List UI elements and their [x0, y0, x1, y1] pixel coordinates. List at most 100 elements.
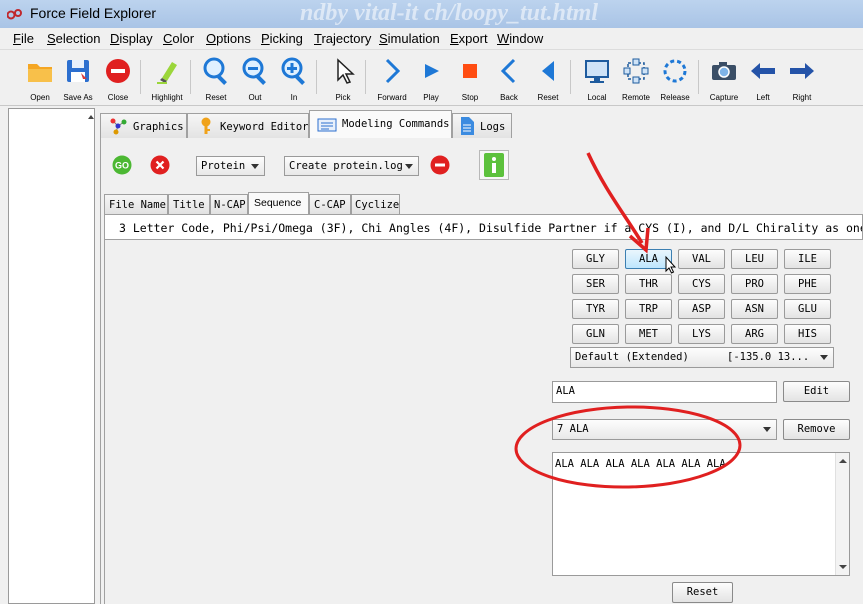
aa-button-arg[interactable]: ARG [731, 324, 778, 344]
document-icon [461, 117, 474, 135]
toolbar: Open Save As Close Highlight Reset Out I… [0, 50, 863, 106]
molecule-icon [110, 118, 127, 135]
tab-keyword-editor[interactable]: Keyword Editor [187, 113, 309, 138]
edit-button[interactable]: Edit [783, 381, 850, 402]
menu-selection[interactable]: Selection [47, 31, 100, 46]
stop-icon [463, 64, 477, 78]
aa-button-tyr[interactable]: TYR [572, 299, 619, 319]
app-logo-icon [7, 9, 22, 20]
arrow-right-icon [790, 63, 814, 79]
aa-button-phe[interactable]: PHE [784, 274, 831, 294]
menu-color[interactable]: Color [163, 31, 194, 46]
tree-scrollbar[interactable] [87, 109, 95, 603]
info-button[interactable] [479, 150, 509, 180]
aa-button-asn[interactable]: ASN [731, 299, 778, 319]
right-button[interactable]: Right [780, 54, 824, 104]
info-icon [484, 153, 504, 177]
scroll-up-icon [88, 115, 94, 119]
textarea-scrollbar[interactable] [835, 453, 849, 575]
menu-options[interactable]: Options [206, 31, 251, 46]
chevron-down-icon [763, 427, 771, 432]
key-icon [201, 117, 211, 134]
cursor-icon [337, 58, 355, 84]
structure-tree-panel[interactable] [8, 108, 95, 604]
aa-button-pro[interactable]: PRO [731, 274, 778, 294]
aa-button-his[interactable]: HIS [784, 324, 831, 344]
tab-modeling-commands[interactable]: Modeling Commands [309, 110, 452, 138]
scroll-up-icon [839, 459, 847, 463]
highlighter-icon [157, 62, 177, 84]
play-reverse-icon [542, 61, 554, 81]
menu-file[interactable]: File [13, 31, 34, 46]
aa-button-ile[interactable]: ILE [784, 249, 831, 269]
aa-button-trp[interactable]: TRP [625, 299, 672, 319]
menu-simulation[interactable]: Simulation [379, 31, 440, 46]
release-button[interactable]: Release [653, 54, 697, 104]
conformation-select[interactable]: Default (Extended) [-135.0 13... [570, 347, 834, 368]
cancel-icon[interactable] [150, 155, 170, 175]
pick-button[interactable]: Pick [321, 54, 365, 104]
aa-button-ser[interactable]: SER [572, 274, 619, 294]
chevron-down-icon [820, 355, 828, 360]
network-icon [623, 58, 649, 84]
close-icon [106, 59, 130, 83]
aa-button-met[interactable]: MET [625, 324, 672, 344]
aa-button-glu[interactable]: GLU [784, 299, 831, 319]
menu-trajectory[interactable]: Trajectory [314, 31, 371, 46]
subtab-title[interactable]: Title [168, 194, 210, 214]
reset-button[interactable]: Reset [672, 582, 733, 603]
highlight-button[interactable]: Highlight [145, 54, 189, 104]
arrow-left-icon [751, 63, 775, 79]
go-button[interactable]: GO [112, 155, 132, 175]
aa-button-val[interactable]: VAL [678, 249, 725, 269]
refresh-icon [663, 59, 687, 83]
close-button[interactable]: Close [96, 54, 140, 104]
menu-export[interactable]: Export [450, 31, 488, 46]
subtab-n-cap[interactable]: N-CAP [210, 194, 248, 214]
sequence-description: 3 Letter Code, Phi/Psi/Omega (3F), Chi A… [104, 214, 863, 240]
tab-logs[interactable]: Logs [452, 113, 512, 138]
scroll-down-icon [839, 565, 847, 569]
subtab-cyclize[interactable]: Cyclize [351, 194, 400, 214]
command-list-icon [317, 118, 337, 132]
aa-button-leu[interactable]: LEU [731, 249, 778, 269]
menu-bar: File Selection Display Color Options Pic… [0, 28, 863, 50]
zoom-in-button[interactable]: In [272, 54, 316, 104]
chevron-down-icon [251, 164, 259, 169]
folder-icon [28, 64, 52, 82]
command-select[interactable]: Create protein.log [284, 156, 419, 176]
aa-button-cys[interactable]: CYS [678, 274, 725, 294]
sequence-textarea[interactable]: ALA ALA ALA ALA ALA ALA ALA [552, 452, 850, 576]
window-title: Force Field Explorer [30, 5, 157, 21]
magnifier-icon [203, 57, 227, 85]
aa-button-thr[interactable]: THR [625, 274, 672, 294]
aa-button-ala[interactable]: ALA [625, 249, 672, 269]
residue-list-select[interactable]: 7 ALA [552, 419, 777, 440]
zoom-in-icon [281, 57, 305, 85]
menu-picking[interactable]: Picking [261, 31, 303, 46]
menu-display[interactable]: Display [110, 31, 153, 46]
title-bar: ndby vital-it ch/loopy_tut.html Force Fi… [0, 0, 863, 28]
chevron-down-icon [405, 164, 413, 169]
aa-button-lys[interactable]: LYS [678, 324, 725, 344]
remove-command-icon[interactable] [430, 155, 450, 175]
monitor-icon [585, 60, 609, 83]
residue-input[interactable]: ALA [552, 381, 777, 403]
rewind-button[interactable]: Reset [526, 54, 570, 104]
background-url-text: ndby vital-it ch/loopy_tut.html [300, 0, 599, 26]
zoom-out-icon [242, 57, 266, 85]
aa-button-gln[interactable]: GLN [572, 324, 619, 344]
aa-button-gly[interactable]: GLY [572, 249, 619, 269]
menu-window[interactable]: Window [497, 31, 543, 46]
svg-text:GO: GO [115, 161, 129, 171]
chevron-left-icon [500, 58, 516, 84]
play-icon [425, 64, 439, 78]
subtab-file-name[interactable]: File Name [104, 194, 168, 214]
subtab-sequence[interactable]: Sequence [248, 192, 309, 214]
tab-graphics[interactable]: Graphics [100, 113, 187, 138]
remove-button[interactable]: Remove [783, 419, 850, 440]
aa-button-asp[interactable]: ASP [678, 299, 725, 319]
subtab-c-cap[interactable]: C-CAP [309, 194, 351, 214]
floppy-icon [67, 60, 89, 82]
type-select[interactable]: Protein [196, 156, 265, 176]
